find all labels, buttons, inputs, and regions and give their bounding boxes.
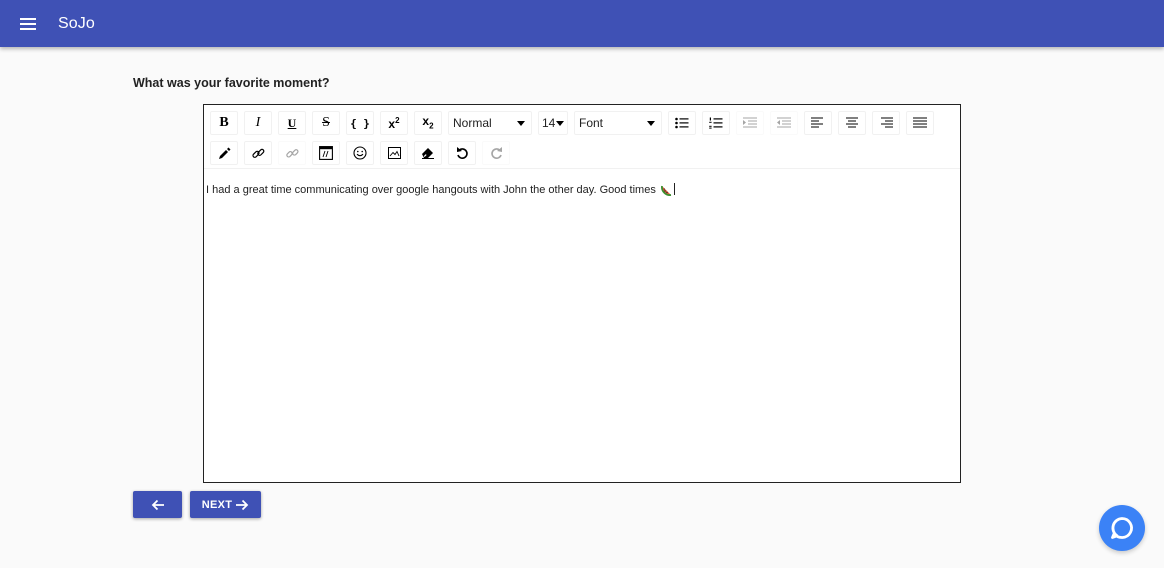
color-picker-icon [218,147,230,159]
indent-button[interactable] [736,111,764,135]
outdent-button[interactable] [770,111,798,135]
align-justify-button[interactable] [906,111,934,135]
subscript-icon: x2 [422,114,434,131]
redo-button[interactable] [482,141,510,165]
editor-toolbar: B I U S { } x2 x2 Normal 14 Font [204,105,960,169]
menu-icon[interactable] [20,17,36,30]
link-icon [251,148,264,158]
color-picker-button[interactable] [210,141,238,165]
unordered-list-button[interactable] [668,111,696,135]
align-right-icon [881,117,893,128]
outdent-icon [777,117,791,128]
font-family-value: Font [579,116,604,130]
strikethrough-button[interactable]: S [312,111,340,135]
embedded-button[interactable] [312,141,340,165]
arrow-left-icon [151,499,164,510]
align-center-icon [846,117,858,128]
indent-icon [743,117,757,128]
superscript-button[interactable]: x2 [380,111,408,135]
chevron-down-icon [647,120,655,126]
underline-icon: U [287,116,297,130]
undo-icon [456,147,468,159]
watermelon-emoji-icon [660,183,674,199]
underline-button[interactable]: U [278,111,306,135]
bold-icon: B [219,115,229,130]
font-size-dropdown[interactable]: 14 [538,111,568,135]
unordered-list-icon [675,117,689,129]
editor-content[interactable]: I had a great time communicating over go… [204,183,960,199]
ordered-list-button[interactable] [702,111,730,135]
italic-button[interactable]: I [244,111,272,135]
emoji-button[interactable] [346,141,374,165]
next-button-label: NEXT [201,498,233,511]
embedded-icon [319,146,333,160]
font-size-value: 14 [542,116,556,130]
block-type-dropdown[interactable]: Normal [448,111,532,135]
image-icon [387,147,401,159]
link-button[interactable] [244,141,272,165]
align-right-button[interactable] [872,111,900,135]
eraser-button[interactable] [414,141,442,165]
align-left-button[interactable] [804,111,832,135]
superscript-icon: x2 [388,115,400,131]
chevron-down-icon [517,120,525,126]
toolbar-row-2 [210,140,516,166]
emoji-icon [353,146,367,160]
app-bar: SoJo [0,0,1164,47]
unlink-icon [285,148,299,158]
code-button[interactable]: { } [346,111,374,135]
image-button[interactable] [380,141,408,165]
app-title: SoJo [58,14,95,32]
align-justify-icon [913,117,927,128]
eraser-icon [422,148,434,159]
subscript-button[interactable]: x2 [414,111,442,135]
block-type-value: Normal [453,116,492,130]
font-family-dropdown[interactable]: Font [574,111,662,135]
chevron-down-icon [556,120,564,126]
arrow-right-icon [236,499,249,510]
rich-text-editor: B I U S { } x2 x2 Normal 14 Font I had a… [203,104,961,483]
unlink-button[interactable] [278,141,306,165]
chat-button[interactable] [1099,505,1145,551]
back-button[interactable] [133,491,182,518]
redo-icon [490,147,502,159]
align-left-icon [811,117,823,128]
next-button[interactable]: NEXT [190,491,261,518]
ordered-list-icon [709,117,723,129]
question-label: What was your favorite moment? [133,76,330,90]
italic-icon: I [255,115,261,130]
chat-bubble-icon [1111,517,1133,539]
toolbar-row-1: B I U S { } x2 x2 Normal 14 Font [210,110,940,136]
undo-button[interactable] [448,141,476,165]
code-icon: { } [350,116,370,130]
editor-text: I had a great time communicating over go… [206,184,656,196]
text-cursor [673,183,675,195]
bold-button[interactable]: B [210,111,238,135]
align-center-button[interactable] [838,111,866,135]
strikethrough-icon: S [322,115,330,130]
